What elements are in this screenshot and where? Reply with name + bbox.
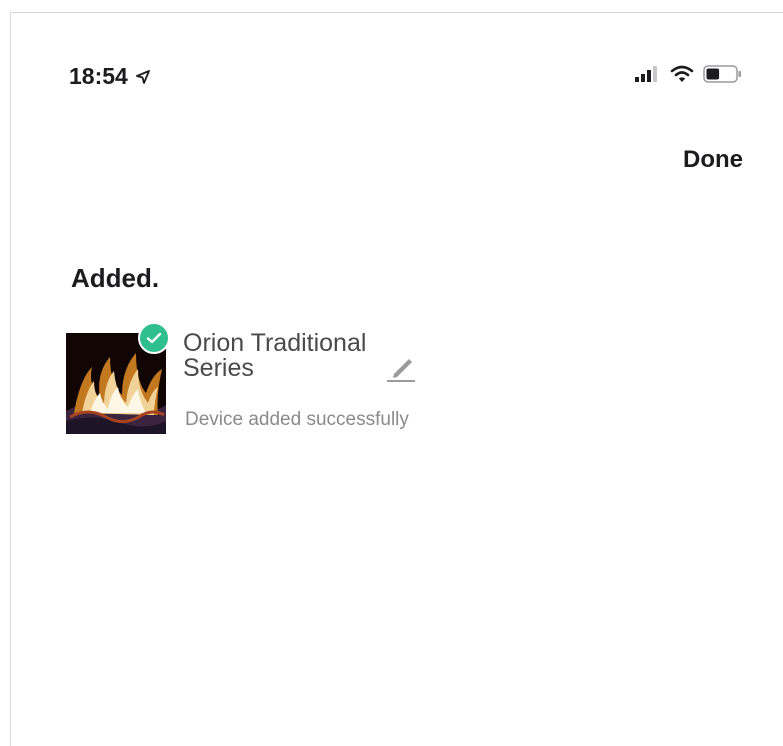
wifi-icon xyxy=(670,65,694,82)
pencil-icon xyxy=(387,359,415,382)
time-label: 18:54 xyxy=(69,63,128,89)
done-button[interactable]: Done xyxy=(683,146,743,174)
success-badge xyxy=(138,322,170,354)
app-screen: 18:54 Done Added. Orion Traditional Seri… xyxy=(10,12,783,746)
device-status-text: Device added successfully xyxy=(185,409,409,430)
location-arrow-icon xyxy=(135,69,150,84)
status-bar-time: 18:54 xyxy=(69,63,150,90)
device-name: Orion Traditional Series xyxy=(183,329,367,382)
cellular-signal-icon xyxy=(635,66,657,82)
edit-name-button[interactable] xyxy=(385,353,417,388)
section-title: Added. xyxy=(71,263,160,293)
status-bar-icons xyxy=(635,65,743,83)
check-icon xyxy=(146,332,162,344)
battery-icon xyxy=(703,65,741,83)
